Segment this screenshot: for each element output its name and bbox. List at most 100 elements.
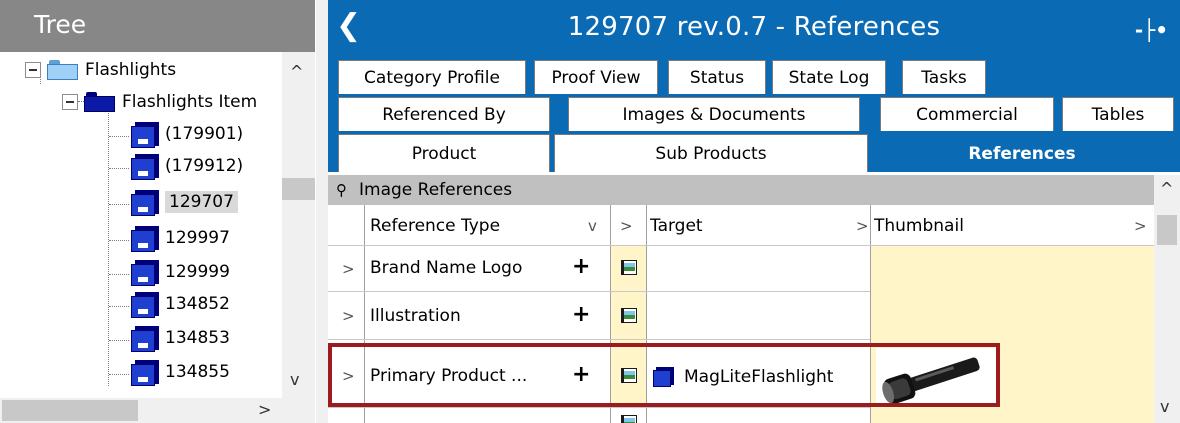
add-reference-icon[interactable]: + [572, 254, 590, 279]
tree-scroll-thumb[interactable] [282, 178, 315, 200]
tab-product[interactable]: Product [338, 134, 550, 172]
column-header-label: Thumbnail [874, 216, 964, 236]
grid-line [328, 291, 870, 292]
tree-item[interactable]: (179912) [129, 150, 243, 182]
tab-label: Category Profile [364, 67, 500, 88]
tab-references[interactable]: References [872, 134, 1172, 172]
tree-vertical-scrollbar[interactable] [282, 52, 315, 398]
tree-node-flashlights-item[interactable]: Flashlights Item [62, 86, 257, 118]
tab-label: References [968, 143, 1076, 164]
tree-connector [109, 274, 129, 275]
expand-icon[interactable]: > [856, 217, 869, 235]
row-expand-icon[interactable]: > [342, 307, 355, 325]
tree-item-label: 134853 [165, 328, 230, 348]
tab-status[interactable]: Status [668, 60, 766, 94]
tree-item[interactable]: 134853 [129, 322, 230, 354]
tree-item-label: 134852 [165, 294, 230, 314]
tab-tasks[interactable]: Tasks [902, 60, 986, 94]
tab-state-log[interactable]: State Log [772, 60, 886, 94]
tree-item-label: 129999 [165, 262, 230, 282]
tab-images-documents[interactable]: Images & Documents [568, 97, 860, 131]
tree-item[interactable]: (179901) [129, 118, 243, 150]
tab-category-profile[interactable]: Category Profile [338, 60, 526, 94]
tree-item[interactable]: 129997 [129, 222, 230, 254]
add-reference-icon[interactable]: + [572, 302, 590, 327]
title-bar: ❮ 129707 rev.0.7 - References -├• [328, 0, 1180, 60]
grid-line [328, 245, 1154, 246]
grid-line [328, 339, 870, 340]
scroll-right-icon[interactable]: > [258, 400, 271, 419]
expand-icon[interactable]: > [620, 217, 633, 235]
tab-label: Commercial [916, 104, 1018, 125]
tree-header: Tree [0, 0, 315, 52]
folder-open-icon [47, 60, 79, 80]
item-icon [129, 222, 161, 254]
item-icon [129, 186, 161, 218]
reference-type-cell[interactable]: Brand Name Logo [370, 252, 522, 284]
image-reference-icon[interactable] [618, 413, 638, 423]
expand-icon[interactable]: > [1134, 217, 1147, 235]
dropdown-icon[interactable]: v [588, 217, 597, 235]
tree-connector [108, 110, 109, 386]
tree-item-selected[interactable]: 129707 [129, 186, 238, 218]
pin-icon[interactable]: -├• [1135, 18, 1168, 42]
grid-line [328, 407, 870, 408]
tab-label: Sub Products [655, 143, 767, 164]
collapse-icon[interactable] [62, 94, 78, 110]
reference-type-value: Brand Name Logo [370, 258, 523, 278]
tree-item[interactable]: 134852 [129, 288, 230, 320]
references-panel: ❮ 129707 rev.0.7 - References -├• Catego… [328, 0, 1180, 423]
tab-label: Images & Documents [622, 104, 806, 125]
panel-splitter[interactable] [316, 0, 328, 423]
tree-connector [109, 204, 129, 205]
image-reference-icon[interactable] [618, 258, 638, 278]
tab-sub-products[interactable]: Sub Products [554, 134, 868, 172]
tree-node-label: Flashlights Item [122, 92, 258, 112]
tree-horizontal-scrollbar[interactable]: > [0, 398, 315, 423]
image-references-header[interactable]: ⚲ Image References [328, 175, 1154, 205]
tree-connector [109, 340, 129, 341]
tree-header-title: Tree [34, 10, 87, 39]
tree-connector [109, 168, 129, 169]
tree-connector [109, 306, 129, 307]
column-header-reference-type[interactable]: Reference Type [370, 210, 500, 242]
tab-label: Tables [1091, 104, 1145, 125]
item-icon [129, 288, 161, 320]
item-icon [129, 150, 161, 182]
scroll-down-icon[interactable]: v [1160, 397, 1169, 416]
reference-type-value: Illustration [370, 306, 461, 326]
content-vertical-scrollbar[interactable]: ^ v [1154, 175, 1180, 423]
tab-label: Proof View [551, 67, 641, 88]
tree-item[interactable]: 134855 [129, 356, 230, 388]
folder-closed-icon [84, 92, 116, 112]
section-title: Image References [359, 180, 513, 200]
tree-item-label: 134855 [165, 362, 230, 382]
tab-referenced-by[interactable]: Referenced By [338, 97, 550, 131]
column-header-label: Target [650, 216, 703, 236]
content-scroll-thumb[interactable] [1157, 215, 1177, 245]
references-content: ⚲ Image References Reference Type v > Ta… [328, 172, 1180, 423]
tab-proof-view[interactable]: Proof View [534, 60, 658, 94]
item-icon [129, 356, 161, 388]
highlight-annotation [328, 343, 1000, 407]
tree-node-flashlights[interactable]: Flashlights [25, 54, 176, 86]
image-reference-icon[interactable] [618, 306, 638, 326]
tab-commercial[interactable]: Commercial [880, 97, 1054, 131]
row-expand-icon[interactable]: > [342, 260, 355, 278]
tab-label: Referenced By [382, 104, 506, 125]
scroll-up-icon[interactable]: ^ [1160, 179, 1173, 198]
item-icon [129, 322, 161, 354]
column-header-thumbnail[interactable]: Thumbnail [874, 210, 964, 242]
scroll-down-icon[interactable]: v [290, 370, 299, 389]
column-header-label: Reference Type [370, 216, 501, 236]
tree-hscroll-thumb[interactable] [2, 400, 138, 421]
column-header-target[interactable]: Target [650, 210, 703, 242]
pin-small-icon: ⚲ [336, 181, 347, 199]
reference-type-cell[interactable]: Illustration [370, 300, 461, 332]
tab-label: Tasks [921, 67, 967, 88]
item-icon [129, 118, 161, 150]
scroll-up-icon[interactable]: ^ [290, 62, 303, 81]
collapse-icon[interactable] [25, 62, 41, 78]
tree-item[interactable]: 129999 [129, 256, 230, 288]
tab-tables[interactable]: Tables [1062, 97, 1174, 131]
